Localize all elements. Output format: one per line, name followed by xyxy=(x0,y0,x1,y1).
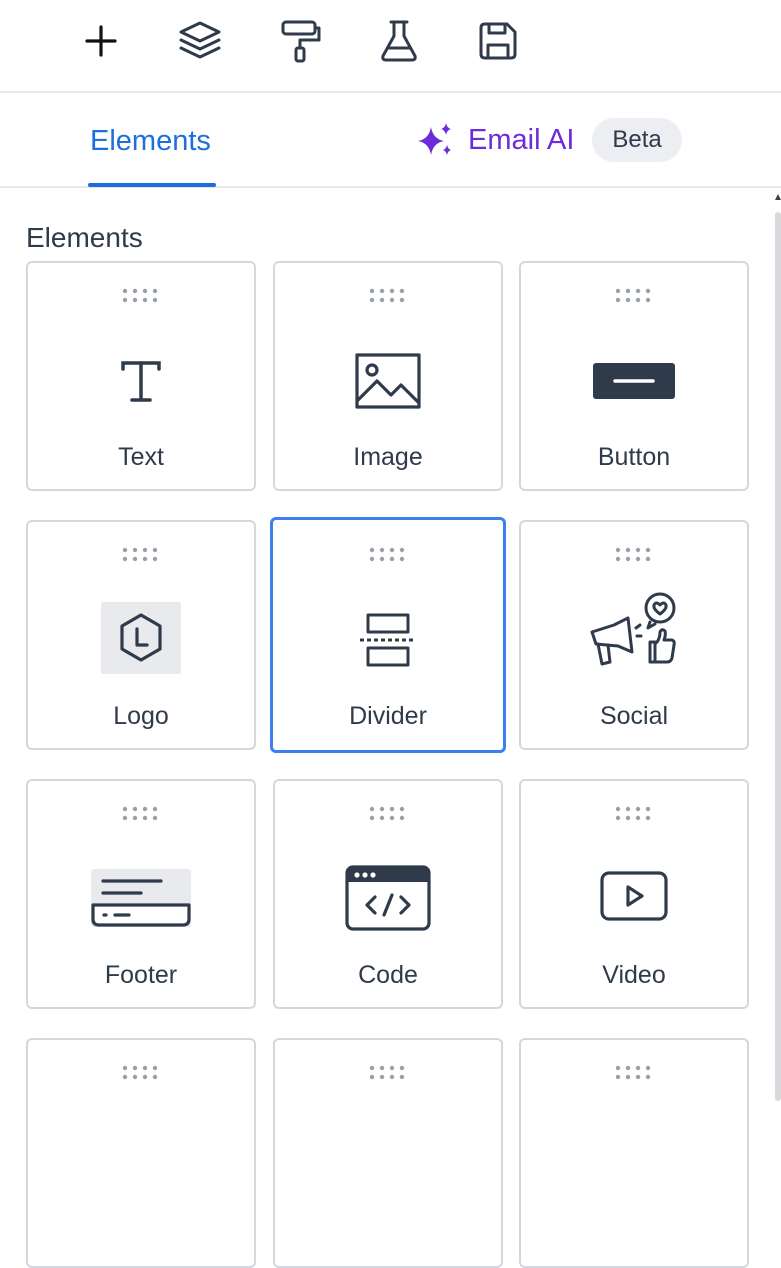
element-card-footer[interactable]: Footer xyxy=(26,779,256,1009)
element-card-label: Code xyxy=(358,961,418,989)
drag-handle-icon xyxy=(122,288,158,303)
element-card-label: Footer xyxy=(104,961,178,989)
drag-handle-icon xyxy=(122,806,158,821)
drag-handle-icon xyxy=(369,288,405,303)
image-icon xyxy=(340,345,436,417)
drag-handle-icon xyxy=(122,1065,158,1080)
element-card-label: Logo xyxy=(113,702,169,730)
divider-icon xyxy=(340,604,436,676)
element-card[interactable] xyxy=(519,1038,749,1268)
element-card-logo[interactable]: Logo xyxy=(26,520,256,750)
element-card-label: Button xyxy=(597,443,671,471)
element-card-label: Image xyxy=(353,443,423,471)
scrollbar[interactable] xyxy=(775,212,781,1101)
element-card-label: Divider xyxy=(349,702,427,730)
social-icon xyxy=(584,592,684,672)
text-icon xyxy=(93,345,189,417)
video-icon xyxy=(599,871,669,923)
scroll-up-arrow[interactable] xyxy=(775,194,781,200)
element-card-social[interactable]: Social xyxy=(519,520,749,750)
element-card-text[interactable]: Text xyxy=(26,261,256,491)
drag-handle-icon xyxy=(122,547,158,562)
element-card-label: Text xyxy=(118,443,164,471)
element-card[interactable] xyxy=(273,1038,503,1268)
element-card-label: Video xyxy=(602,961,666,989)
element-card-divider[interactable]: Divider xyxy=(270,517,506,753)
drag-handle-icon xyxy=(615,1065,651,1080)
drag-handle-icon xyxy=(369,1065,405,1080)
elements-grid: Text Image Button Logo Divider Social Fo… xyxy=(0,0,775,1268)
element-card-video[interactable]: Video xyxy=(519,779,749,1009)
code-icon xyxy=(345,865,431,931)
drag-handle-icon xyxy=(369,806,405,821)
element-card-label: Social xyxy=(599,702,669,730)
drag-handle-icon xyxy=(369,547,405,562)
footer-icon xyxy=(89,867,193,931)
drag-handle-icon xyxy=(615,547,651,562)
element-card-button[interactable]: Button xyxy=(519,261,749,491)
button-icon xyxy=(586,345,682,417)
drag-handle-icon xyxy=(615,288,651,303)
logo-icon xyxy=(93,602,189,674)
element-card-code[interactable]: Code xyxy=(273,779,503,1009)
drag-handle-icon xyxy=(615,806,651,821)
element-card-image[interactable]: Image xyxy=(273,261,503,491)
element-card[interactable] xyxy=(26,1038,256,1268)
